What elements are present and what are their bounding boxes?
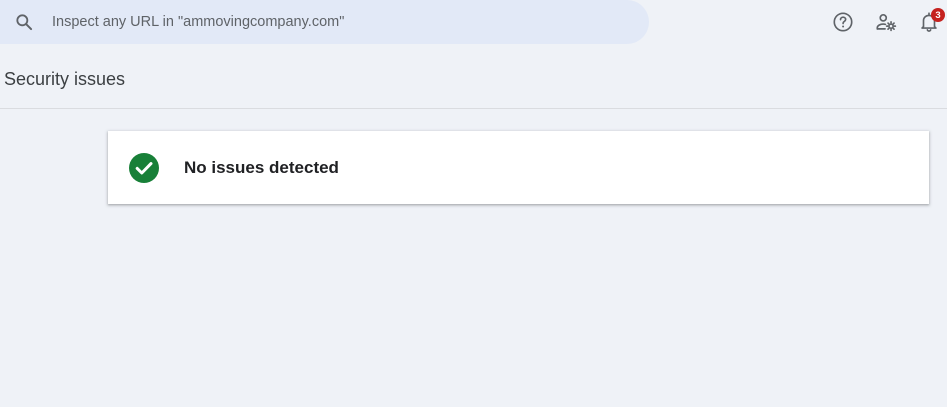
notifications-button[interactable]: 3 [911,4,947,40]
header-actions: 3 [818,0,947,44]
url-inspect-input[interactable] [52,7,612,37]
page-title: Security issues [4,69,126,89]
help-icon[interactable] [825,4,861,40]
search-bar[interactable] [0,0,649,44]
search-icon[interactable] [0,0,48,44]
check-circle-icon [128,152,160,184]
user-settings-icon[interactable] [868,4,904,40]
status-card: No issues detected [108,131,929,204]
notification-count-badge: 3 [931,8,945,22]
header-divider [0,108,947,109]
status-message: No issues detected [184,157,339,177]
